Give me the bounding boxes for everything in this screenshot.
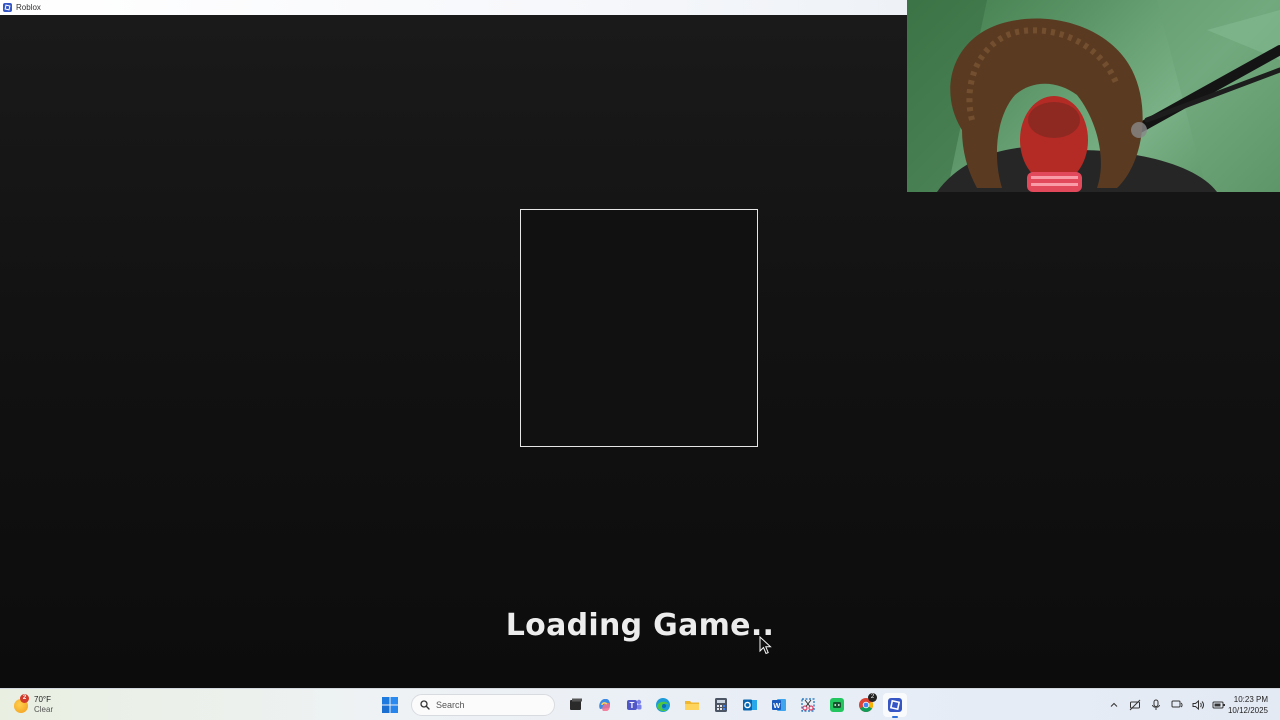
mouse-cursor-icon [759,636,772,655]
microphone-icon[interactable] [1146,695,1166,715]
word-icon[interactable]: W [767,693,791,717]
window-title: Roblox [16,3,41,12]
file-explorer-icon[interactable] [680,693,704,717]
weather-badge: 2 [20,694,29,703]
taskbar: 2 70°F Clear Search T W 2 10:23 PM 10/12… [0,688,1280,720]
svg-text:W: W [773,701,781,710]
clock-date: 10/12/2025 [1227,706,1268,715]
calculator-icon[interactable] [709,693,733,717]
loading-status-text: Loading Game.. [505,608,775,643]
svg-text:T: T [630,701,635,710]
weather-temperature: 70°F [34,695,51,704]
outlook-icon[interactable] [738,693,762,717]
weather-sun-icon: 2 [12,694,30,714]
wifi-icon[interactable] [1167,695,1187,715]
clock-time: 10:23 PM [1233,695,1268,704]
copilot-icon[interactable] [593,693,617,717]
loading-thumbnail-frame [520,209,758,447]
edge-icon[interactable] [651,693,675,717]
chrome-icon[interactable]: 2 [854,693,878,717]
webcam-overlay [907,0,1280,192]
search-label: Search [436,700,465,710]
taskbar-search-box[interactable]: Search [411,694,555,716]
weather-condition: Clear [34,705,54,714]
teams-icon[interactable]: T [622,693,646,717]
chevron-up-icon[interactable] [1104,695,1124,715]
weather-widget[interactable]: 2 70°F Clear [12,693,53,717]
window-titlebar[interactable]: Roblox [0,0,907,15]
search-icon [420,700,430,710]
taskbar-clock[interactable]: 10:23 PM 10/12/2025 [1228,694,1268,716]
battery-icon[interactable] [1209,695,1229,715]
network-off-icon[interactable] [1125,695,1145,715]
app-green-icon[interactable] [825,693,849,717]
roblox-app-icon [3,3,12,12]
windows-start-icon[interactable] [378,693,402,717]
speaker-icon[interactable] [1188,695,1208,715]
snipping-tool-icon[interactable] [796,693,820,717]
roblox-icon[interactable] [883,693,907,718]
task-view-icon[interactable] [564,693,588,717]
chrome-badge: 2 [868,693,877,702]
